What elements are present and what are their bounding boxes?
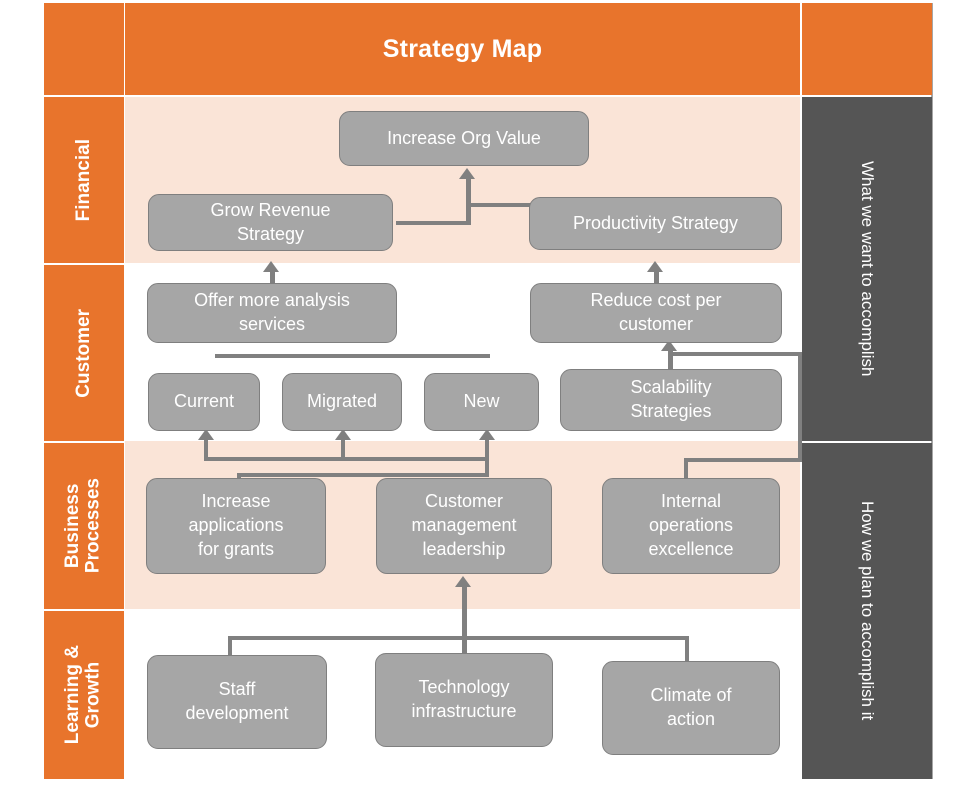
connector-riser-to-migrated [341, 437, 345, 461]
perspective-label-business-processes: Business Processes [44, 443, 124, 609]
node-internal-operations-excellence[interactable]: Internal operations excellence [602, 478, 780, 574]
node-technology-infrastructure[interactable]: Technology infrastructure [375, 653, 553, 747]
connector-climate-of-action-drop [685, 636, 689, 664]
connector-grow-revenue-to-merge [396, 221, 470, 225]
connector-internal-ops-right-riser [798, 352, 802, 462]
node-current[interactable]: Current [148, 373, 260, 431]
right-panel-how-we-plan-to-accomplish-it-text: How we plan to accomplish it [858, 501, 877, 721]
arrow-into-productivity-strategy [647, 261, 663, 272]
node-grow-revenue-strategy[interactable]: Grow Revenue Strategy [148, 194, 393, 251]
connector-riser-to-current [204, 437, 208, 461]
connector-internal-ops-drop [684, 458, 688, 480]
node-scalability-strategies[interactable]: Scalability Strategies [560, 369, 782, 431]
page-title: Strategy Map [382, 34, 543, 63]
connector-bar-above-segment-boxes [215, 354, 490, 358]
node-reduce-cost-per-customer[interactable]: Reduce cost per customer [530, 283, 782, 343]
node-staff-development[interactable]: Staff development [147, 655, 327, 749]
strategy-map-diagram: Strategy Map Financial Customer Business… [0, 0, 960, 786]
node-migrated[interactable]: Migrated [282, 373, 402, 431]
connector-merge-riser-to-increase-org-value [466, 178, 471, 225]
arrow-into-grow-revenue-strategy [263, 261, 279, 272]
node-new[interactable]: New [424, 373, 539, 431]
perspective-label-financial-text: Financial [72, 138, 94, 222]
arrow-into-increase-org-value [459, 168, 475, 179]
node-increase-applications-for-grants[interactable]: Increase applications for grants [146, 478, 326, 574]
right-panel-what-we-want-to-accomplish: What we want to accomplish [802, 97, 932, 441]
title-bar-left-fill [44, 3, 124, 95]
node-increase-org-value[interactable]: Increase Org Value [339, 111, 589, 166]
perspective-label-business-processes-text: Business Processes [62, 478, 104, 574]
node-climate-of-action[interactable]: Climate of action [602, 661, 780, 755]
perspective-label-customer: Customer [44, 265, 124, 441]
right-panel-how-we-plan-to-accomplish-it: How we plan to accomplish it [802, 443, 932, 779]
perspective-label-financial: Financial [44, 97, 124, 263]
connector-productivity-to-merge [468, 203, 538, 207]
node-customer-management-leadership[interactable]: Customer management leadership [376, 478, 552, 574]
node-productivity-strategy[interactable]: Productivity Strategy [529, 197, 782, 250]
node-offer-more-analysis-services[interactable]: Offer more analysis services [147, 283, 397, 343]
perspective-label-learning-growth: Learning & Growth [44, 611, 124, 779]
connector-internal-ops-top-run [668, 352, 802, 356]
right-panel-what-we-want-to-accomplish-text: What we want to accomplish [858, 161, 877, 377]
title-bar-right-fill [802, 3, 932, 95]
connector-bus-upper-to-segments [204, 457, 489, 461]
connector-bus-lower-to-segments [237, 473, 489, 477]
perspective-label-customer-text: Customer [72, 308, 94, 398]
connector-learning-growth-bus [228, 636, 689, 640]
connector-internal-ops-bottom-run [684, 458, 802, 462]
connector-riser-to-new [485, 437, 489, 477]
title-bar: Strategy Map [125, 3, 800, 95]
arrow-into-customer-management-leadership [455, 576, 471, 587]
perspective-label-learning-growth-text: Learning & Growth [62, 645, 104, 745]
